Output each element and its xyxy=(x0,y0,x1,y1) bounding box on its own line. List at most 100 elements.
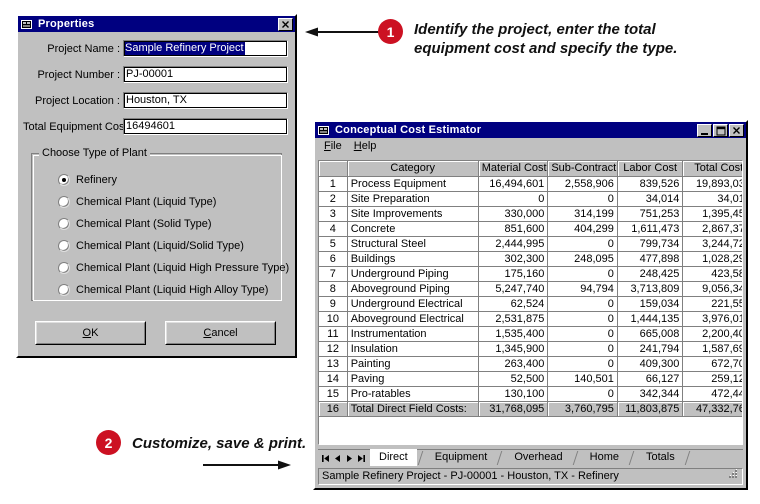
cell-category[interactable]: Total Direct Field Costs: xyxy=(347,401,479,417)
cell-labor-cost[interactable]: 3,713,809 xyxy=(617,281,684,297)
cell-material-cost[interactable]: 175,160 xyxy=(478,266,549,282)
cell-material-cost[interactable]: 0 xyxy=(478,191,549,207)
row-number[interactable]: 3 xyxy=(319,206,348,222)
total-equipment-cost-input[interactable]: 16494601 xyxy=(123,118,288,135)
cell-total-cost[interactable]: 2,867,372 xyxy=(682,221,742,237)
table-row[interactable]: 16 Total Direct Field Costs: 31,768,095 3,7… xyxy=(319,401,742,417)
cell-total-cost[interactable]: 1,028,293 xyxy=(682,251,742,267)
cell-total-cost[interactable]: 472,443 xyxy=(682,386,742,402)
cell-material-cost[interactable]: 62,524 xyxy=(478,296,549,312)
cell-sub-contract[interactable]: 0 xyxy=(547,326,618,342)
project-location-input[interactable]: Houston, TX xyxy=(123,92,288,109)
row-number[interactable]: 16 xyxy=(319,401,348,417)
table-row[interactable]: 15Pro-ratables130,1000342,344472,443 xyxy=(319,386,742,402)
cancel-button[interactable]: Cancel xyxy=(165,321,276,345)
cell-category[interactable]: Underground Electrical xyxy=(347,296,479,312)
cell-material-cost[interactable]: 2,444,995 xyxy=(478,236,549,252)
project-name-input[interactable]: Sample Refinery Project xyxy=(123,40,288,57)
cell-category[interactable]: Pro-ratables xyxy=(347,386,479,402)
cell-category[interactable]: Instrumentation xyxy=(347,326,479,342)
ok-button[interactable]: OK xyxy=(35,321,146,345)
next-record-icon[interactable] xyxy=(343,451,355,465)
cell-labor-cost[interactable]: 477,898 xyxy=(617,251,684,267)
cell-labor-cost[interactable]: 11,803,875 xyxy=(617,401,684,417)
row-number[interactable]: 7 xyxy=(319,266,348,282)
cell-labor-cost[interactable]: 342,344 xyxy=(617,386,684,402)
cell-category[interactable]: Site Preparation xyxy=(347,191,479,207)
radio-refinery[interactable]: Refinery xyxy=(58,173,117,187)
table-row[interactable]: 12Insulation1,345,9000241,7941,587,694 xyxy=(319,341,742,357)
column-header-category[interactable]: Category xyxy=(347,161,479,177)
table-row[interactable]: 14Paving52,500140,50166,127259,128 xyxy=(319,371,742,387)
cell-labor-cost[interactable]: 665,008 xyxy=(617,326,684,342)
radio-chemical-liquid[interactable]: Chemical Plant (Liquid Type) xyxy=(58,195,216,209)
tab-direct[interactable]: Direct xyxy=(370,449,417,466)
cell-labor-cost[interactable]: 751,253 xyxy=(617,206,684,222)
table-row[interactable]: 13Painting263,4000409,300672,700 xyxy=(319,356,742,372)
tab-overhead[interactable]: Overhead xyxy=(505,450,571,466)
resize-grip-icon[interactable] xyxy=(726,468,738,480)
cell-material-cost[interactable]: 1,535,400 xyxy=(478,326,549,342)
cell-material-cost[interactable]: 5,247,740 xyxy=(478,281,549,297)
column-header-material-cost[interactable]: Material Cost xyxy=(478,161,549,177)
table-row[interactable]: 11 Instrumentation 1,535,400 0 665,008 2,200,… xyxy=(319,326,742,342)
cell-total-cost[interactable]: 34,014 xyxy=(682,191,742,207)
radio-button-icon[interactable] xyxy=(58,240,70,252)
radio-button-icon[interactable] xyxy=(58,284,70,296)
cell-labor-cost[interactable]: 409,300 xyxy=(617,356,684,372)
row-number[interactable]: 5 xyxy=(319,236,348,252)
cell-labor-cost[interactable]: 34,014 xyxy=(617,191,684,207)
row-number[interactable]: 9 xyxy=(319,296,348,312)
radio-chemical-liquid-high-pressure[interactable]: Chemical Plant (Liquid High Pressure Typ… xyxy=(58,261,289,275)
cell-labor-cost[interactable]: 839,526 xyxy=(617,176,684,192)
cell-sub-contract[interactable]: 0 xyxy=(547,311,618,327)
cell-sub-contract[interactable]: 2,558,906 xyxy=(547,176,618,192)
radio-button-icon[interactable] xyxy=(58,218,70,230)
close-icon[interactable] xyxy=(278,17,293,31)
cell-labor-cost[interactable]: 159,034 xyxy=(617,296,684,312)
column-header-sub-contract[interactable]: Sub-Contract xyxy=(547,161,618,177)
cell-material-cost[interactable]: 851,600 xyxy=(478,221,549,237)
cell-sub-contract[interactable]: 0 xyxy=(547,386,618,402)
cost-grid[interactable]: Category Material Cost Sub-Contract Labo… xyxy=(318,160,743,445)
cell-labor-cost[interactable]: 66,127 xyxy=(617,371,684,387)
cell-material-cost[interactable]: 330,000 xyxy=(478,206,549,222)
cell-total-cost[interactable]: 2,200,408 xyxy=(682,326,742,342)
table-row[interactable]: 9 Underground Electrical 62,524 0 159,034 221… xyxy=(319,296,742,312)
cell-sub-contract[interactable]: 94,794 xyxy=(547,281,618,297)
cell-category[interactable]: Underground Piping xyxy=(347,266,479,282)
radio-button-icon[interactable] xyxy=(58,196,70,208)
cell-category[interactable]: Insulation xyxy=(347,341,479,357)
cell-material-cost[interactable]: 16,494,601 xyxy=(478,176,549,192)
table-row[interactable]: 7Underground Piping175,1600248,425423,58… xyxy=(319,266,742,282)
cell-sub-contract[interactable]: 0 xyxy=(547,191,618,207)
cell-sub-contract[interactable]: 0 xyxy=(547,356,618,372)
tab-totals[interactable]: Totals xyxy=(637,450,684,466)
last-record-icon[interactable] xyxy=(355,451,367,465)
cell-category[interactable]: Buildings xyxy=(347,251,479,267)
cell-material-cost[interactable]: 2,531,875 xyxy=(478,311,549,327)
cell-category[interactable]: Aboveground Piping xyxy=(347,281,479,297)
radio-button-icon[interactable] xyxy=(58,262,70,274)
row-number[interactable]: 15 xyxy=(319,386,348,402)
table-row[interactable]: 4Concrete851,600404,2991,611,4732,867,37… xyxy=(319,221,742,237)
table-row[interactable]: 3 Site Improvements 330,000 314,199 751,253 1… xyxy=(319,206,742,222)
cell-sub-contract[interactable]: 3,760,795 xyxy=(547,401,618,417)
radio-button-icon[interactable] xyxy=(58,174,70,186)
cell-total-cost[interactable]: 9,056,344 xyxy=(682,281,742,297)
minimize-icon[interactable] xyxy=(697,123,712,137)
cell-material-cost[interactable]: 302,300 xyxy=(478,251,549,267)
cell-material-cost[interactable]: 52,500 xyxy=(478,371,549,387)
cell-total-cost[interactable]: 3,244,729 xyxy=(682,236,742,252)
cell-total-cost[interactable]: 1,395,452 xyxy=(682,206,742,222)
radio-chemical-solid[interactable]: Chemical Plant (Solid Type) xyxy=(58,217,212,231)
row-number[interactable]: 4 xyxy=(319,221,348,237)
previous-record-icon[interactable] xyxy=(331,451,343,465)
cell-sub-contract[interactable]: 140,501 xyxy=(547,371,618,387)
cell-material-cost[interactable]: 1,345,900 xyxy=(478,341,549,357)
table-row[interactable]: 8 Aboveground Piping 5,247,740 94,794 3,713,… xyxy=(319,281,742,297)
table-row[interactable]: 1 Process Equipment 16,494,601 2,558,906 839… xyxy=(319,176,742,192)
row-number[interactable]: 14 xyxy=(319,371,348,387)
row-number[interactable]: 8 xyxy=(319,281,348,297)
cell-labor-cost[interactable]: 1,444,135 xyxy=(617,311,684,327)
